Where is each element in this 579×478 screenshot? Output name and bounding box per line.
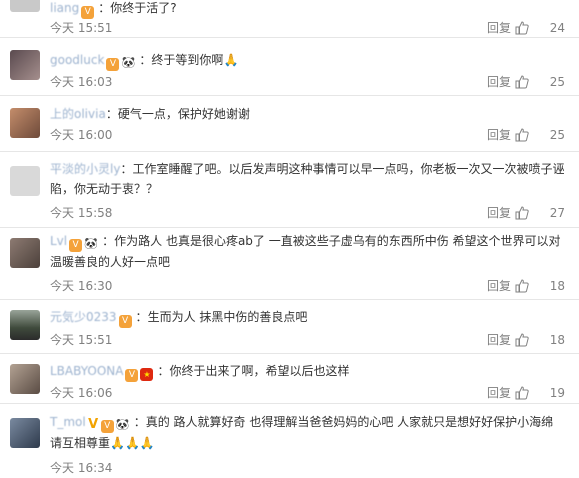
comment-text: 硬气一点，保护好她谢谢 [117,107,250,121]
comment-text: 生而为人 抹黑中伤的善良点吧 [147,310,308,324]
timestamp: 今天 16:34 [50,461,113,475]
comment-item: LBABYOONA V ★ ：你终于出来了啊，希望以后也这样 今天 16:06 回复 … [0,354,579,404]
timestamp: 今天 15:51 [50,21,113,35]
thumbs-up-icon[interactable] [515,206,529,220]
avatar[interactable] [10,310,40,340]
timestamp: 今天 15:58 [50,206,113,220]
pray-emoji-icon: 🙏 [223,53,239,67]
comment-item: T_mol V V 🐼 ：真的 路人就算好奇 也得理解当爸爸妈妈的心吧 人家就只是想好好… [0,404,579,475]
vip-badge-icon: V [118,315,132,328]
like-count: 18 [549,333,565,347]
reply-button[interactable]: 回复 [487,330,511,350]
like-count: 25 [549,128,565,142]
vip-badge-icon: V [125,369,139,382]
comment-text: 终于等到你啊 [151,53,224,67]
like-count: 19 [549,386,565,400]
timestamp: 今天 16:00 [50,128,113,142]
like-count: 25 [549,75,565,89]
reply-button[interactable]: 回复 [487,276,511,296]
panda-badge-icon: 🐼 [115,418,130,431]
reply-button[interactable]: 回复 [487,18,511,38]
comment-item: 平淡的小灵ly：工作室睡醒了吧。以后发声明这种事情可以早一点吗，你老板一次又一次… [0,152,579,228]
reply-button[interactable]: 回复 [487,203,511,223]
avatar[interactable] [10,238,40,268]
username[interactable]: T_mol [50,415,86,429]
timestamp: 今天 16:30 [50,279,113,293]
vip-badge-icon: V [100,420,114,433]
avatar[interactable] [10,166,40,196]
comment-text: 作为路人 也真是很心疼ab了 一直被这些子虚乌有的东西所中伤 希望这个世界可以对… [50,234,561,269]
vip-badge-icon: V [106,58,120,71]
like-count: 18 [549,279,565,293]
reply-button[interactable]: 回复 [487,383,511,403]
thumbs-up-icon[interactable] [515,128,529,142]
like-count: 27 [549,206,565,220]
timestamp: 今天 15:51 [50,333,113,347]
vip-badge-icon: V [69,239,83,252]
thumbs-up-icon[interactable] [515,386,529,400]
comment-item: Lvl V 🐼 ：作为路人 也真是很心疼ab了 一直被这些子虚乌有的东西所中伤 希望这… [0,228,579,300]
reply-button[interactable]: 回复 [487,72,511,92]
avatar[interactable] [10,50,40,80]
username[interactable]: Lvl [50,234,67,248]
username[interactable]: liang [50,1,79,15]
verified-v-icon: V [88,417,99,432]
username[interactable]: goodluck [50,53,104,67]
avatar[interactable] [10,108,40,138]
thumbs-up-icon[interactable] [515,279,529,293]
username[interactable]: LBABYOONA [50,364,123,378]
comment-text: 你终于活了? [110,1,177,15]
comment-item: 上的olivia：硬气一点，保护好她谢谢 今天 16:00 回复 25 [0,96,579,152]
username[interactable]: 上的olivia [50,107,106,121]
comment-item: liang V ：你终于活了? 今天 15:51 回复 24 [0,0,579,38]
username[interactable]: 元気少0233 [50,310,117,324]
comment-text: 你终于出来了啊，希望以后也这样 [169,364,350,378]
panda-badge-icon: 🐼 [121,56,136,69]
comment-item: 元気少0233 V ：生而为人 抹黑中伤的善良点吧 今天 15:51 回复 18 [0,300,579,354]
reply-button[interactable]: 回复 [487,125,511,145]
like-count: 24 [549,21,565,35]
comment-item: goodluck V 🐼 ：终于等到你啊🙏 今天 16:03 回复 25 [0,38,579,96]
thumbs-up-icon[interactable] [515,75,529,89]
china-flag-icon: ★ [140,368,154,381]
thumbs-up-icon[interactable] [515,21,529,35]
panda-badge-icon: 🐼 [84,237,98,250]
pray-emoji-icon: 🙏🙏🙏 [110,436,155,450]
thumbs-up-icon[interactable] [515,333,529,347]
timestamp: 今天 16:03 [50,75,113,89]
username[interactable]: 平淡的小灵ly [50,162,120,176]
avatar[interactable] [10,0,40,12]
avatar[interactable] [10,364,40,394]
avatar[interactable] [10,418,40,448]
timestamp: 今天 16:06 [50,386,113,400]
